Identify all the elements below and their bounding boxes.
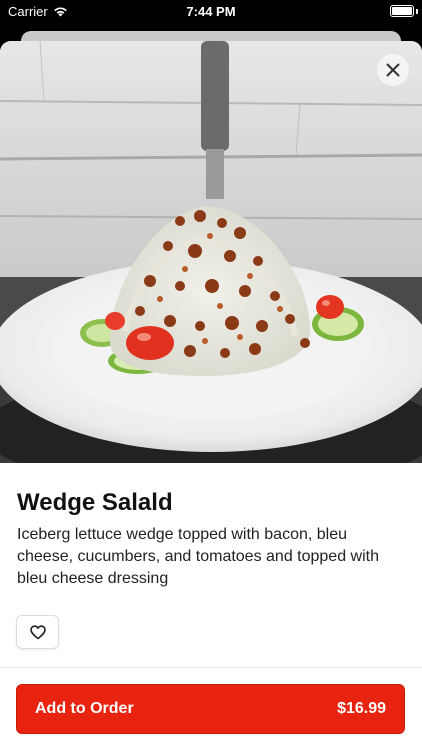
status-bar: Carrier 7:44 PM <box>0 0 422 24</box>
add-to-order-label: Add to Order <box>35 700 134 717</box>
item-photo <box>0 41 422 463</box>
add-to-order-button[interactable]: Add to Order $16.99 <box>16 684 405 734</box>
item-detail-sheet: Wedge Salald Iceberg lettuce wedge toppe… <box>0 41 422 750</box>
favorite-button[interactable] <box>16 615 59 649</box>
close-icon <box>386 63 400 77</box>
item-description: Iceberg lettuce wedge topped with bacon,… <box>17 526 379 587</box>
heart-icon <box>29 624 46 639</box>
status-time: 7:44 PM <box>186 4 236 19</box>
battery-icon <box>390 5 414 17</box>
divider <box>0 667 422 668</box>
battery-cap <box>416 9 418 14</box>
item-title: Wedge Salald <box>17 489 173 516</box>
close-button[interactable] <box>377 54 409 86</box>
item-price: $16.99 <box>337 700 386 717</box>
